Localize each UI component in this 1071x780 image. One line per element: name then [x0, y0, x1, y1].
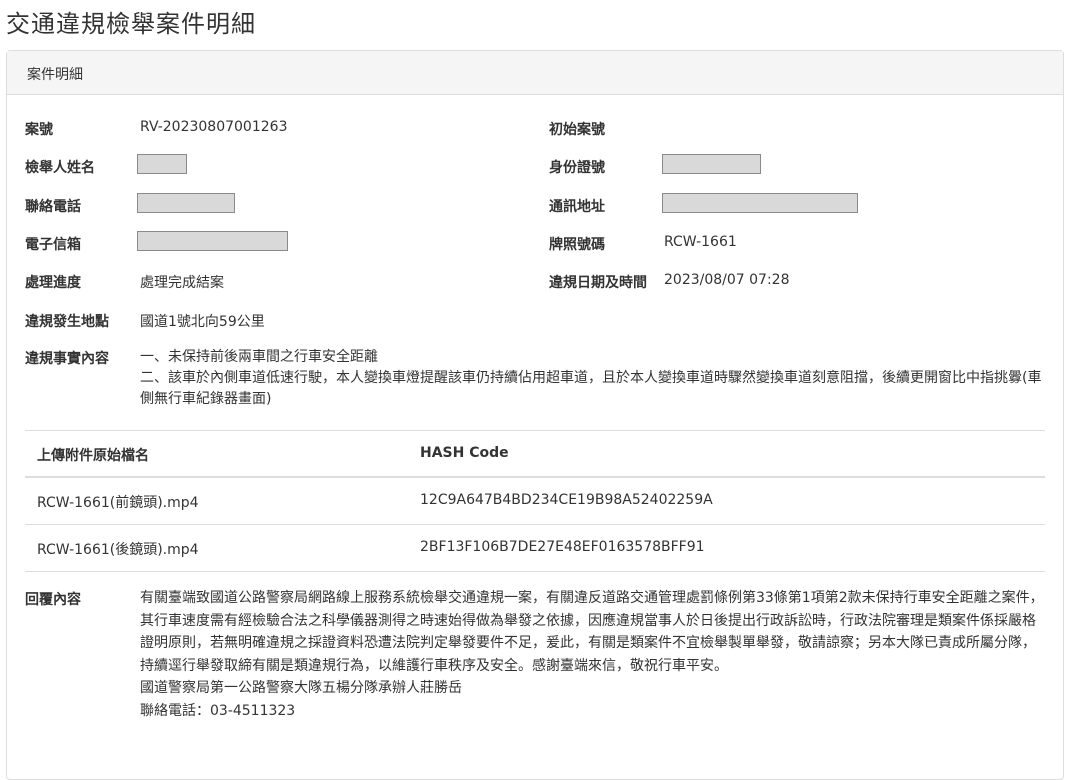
reply-label: 回覆內容 — [25, 592, 81, 608]
table-row: RCW-1661(前鏡頭).mp4 12C9A647B4BD234CE19B98… — [25, 478, 1045, 525]
address-label: 通訊地址 — [549, 199, 605, 215]
initial-case-label: 初始案號 — [549, 122, 605, 138]
page-title: 交通違規檢舉案件明細 — [6, 10, 256, 38]
hash-column-header: HASH Code — [420, 445, 509, 461]
plate-value: RCW-1661 — [664, 234, 737, 250]
reply-content: 有關臺端致國道公路警察局網路線上服務系統檢舉交通違規一案，有關違反道路交通管理處… — [140, 587, 1045, 722]
progress-value: 處理完成結案 — [140, 275, 224, 291]
attachment-hash: 12C9A647B4BD234CE19B98A52402259A — [420, 492, 713, 508]
reply-body: 有關臺端致國道公路警察局網路線上服務系統檢舉交通違規一案，有關違反道路交通管理處… — [140, 590, 1044, 674]
facts-line: 二、該車於內側車道低速行駛，本人變換車燈提醒該車仍持續佔用超車道，且於本人變換車… — [140, 370, 1042, 407]
reporter-name-label: 檢舉人姓名 — [25, 160, 95, 176]
facts-line: 一、未保持前後兩車間之行車安全距離 — [140, 349, 378, 365]
attachment-hash: 2BF13F106B7DE27E48EF0163578BFF91 — [420, 539, 705, 555]
filename-column-header: 上傳附件原始檔名 — [37, 448, 149, 464]
phone-label: 聯絡電話 — [25, 199, 81, 215]
location-value: 國道1號北向59公里 — [140, 314, 265, 330]
table-row: RCW-1661(後鏡頭).mp4 2BF13F106B7DE27E48EF01… — [25, 525, 1045, 572]
phone-redacted — [137, 193, 235, 213]
progress-label: 處理進度 — [25, 275, 81, 291]
panel-heading: 案件明細 — [7, 51, 1063, 95]
reporter-name-redacted — [137, 154, 187, 174]
datetime-value: 2023/08/07 07:28 — [664, 272, 790, 288]
case-no-label: 案號 — [25, 122, 53, 138]
location-label: 違規發生地點 — [25, 314, 109, 330]
reply-contact: 聯絡電話：03-4511323 — [140, 702, 296, 719]
id-no-label: 身份證號 — [549, 160, 605, 176]
plate-label: 牌照號碼 — [549, 237, 605, 253]
attachments-header-row: 上傳附件原始檔名 HASH Code — [25, 430, 1045, 478]
datetime-label: 違規日期及時間 — [549, 275, 647, 291]
attachment-filename: RCW-1661(前鏡頭).mp4 — [37, 495, 199, 511]
case-no-value: RV-20230807001263 — [140, 119, 288, 135]
id-no-redacted — [662, 154, 761, 174]
attachment-filename: RCW-1661(後鏡頭).mp4 — [37, 542, 199, 558]
email-redacted — [137, 231, 288, 251]
facts-label: 違規事實內容 — [25, 351, 109, 367]
facts-content: 一、未保持前後兩車間之行車安全距離 二、該車於內側車道低速行駛，本人變換車燈提醒… — [140, 347, 1050, 410]
reply-signature: 國道警察局第一公路警察大隊五楊分隊承辦人莊勝岳 — [140, 680, 462, 696]
email-label: 電子信箱 — [25, 237, 81, 253]
address-redacted — [662, 193, 858, 213]
